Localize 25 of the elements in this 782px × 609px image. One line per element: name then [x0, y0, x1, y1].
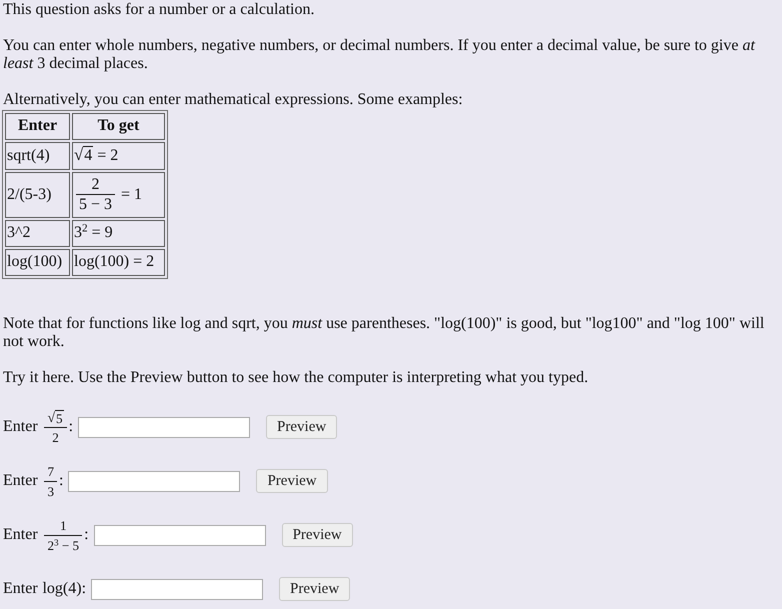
answer-field[interactable]	[78, 416, 250, 438]
answer-field[interactable]	[91, 578, 264, 600]
instruction-text: Note that for functions like log and sqrt, you must use parentheses. "log(100)" is good, but "log100" and "log 100" will not work.	[3, 315, 766, 352]
field-label: Enter √5 2 :	[3, 408, 74, 446]
preview-button[interactable]: Preview	[279, 577, 350, 602]
table-cell: sqrt(4)	[5, 142, 70, 170]
field-label: Enter log(4):	[3, 580, 86, 598]
table-cell: 3$^{2}$ = 9	[72, 220, 165, 248]
instruction-text: You can enter whole numbers, negative numbers, or decimal numbers. If you enter a decimal value, be sure to give at least 3 decimal places.	[3, 37, 756, 73]
answer-field[interactable]	[94, 524, 266, 546]
answer-field[interactable]	[68, 470, 240, 492]
field-label: Enter 1 2$^{3}$ − 5 :	[3, 516, 89, 554]
table-cell: log(100) = 2	[72, 249, 165, 276]
preview-button[interactable]: Preview	[266, 415, 338, 440]
instruction-text: Try it here. Use the Preview button to see how the computer is interpreting what you typed.	[3, 369, 588, 388]
table-cell: 2/(5-3)	[5, 172, 70, 218]
preview-button[interactable]: Preview	[282, 523, 353, 548]
column-header: Enter	[5, 113, 70, 140]
preview-button[interactable]: Preview	[256, 469, 328, 494]
table-cell: √4 = 2	[72, 142, 165, 170]
instruction-text: Alternatively, you can enter mathematical expressions. Some examples:	[3, 91, 463, 109]
instruction-text: This question asks for a number or a calculation.	[3, 1, 314, 19]
table-cell: 3^2	[5, 220, 70, 248]
column-header: To get	[72, 113, 165, 140]
table-cell: log(100)	[5, 249, 70, 276]
